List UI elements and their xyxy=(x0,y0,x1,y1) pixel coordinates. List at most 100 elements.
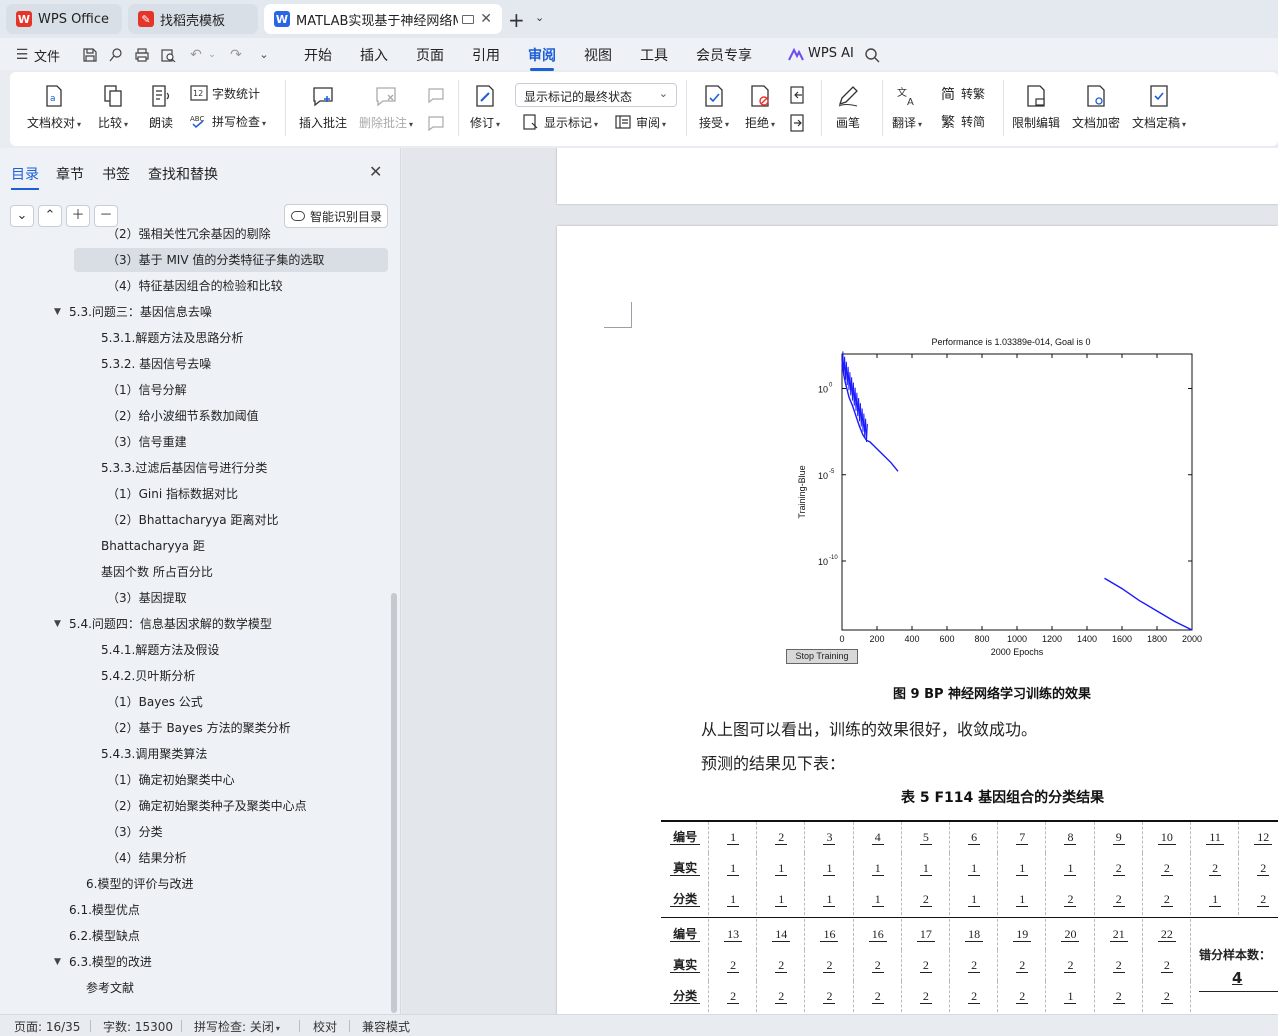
outline-item[interactable]: 5.3.问题三：基因信息去噪 xyxy=(69,300,212,324)
hamburger-icon[interactable]: ☰ xyxy=(14,47,30,63)
read-aloud-button[interactable]: 朗读 xyxy=(149,84,173,131)
outline-item[interactable]: （1）确定初始聚类中心 xyxy=(107,768,235,792)
outline-item[interactable]: （4）结果分析 xyxy=(107,846,187,870)
pen-button[interactable]: 画笔 xyxy=(836,84,860,131)
tab-toc[interactable]: 目录 xyxy=(11,164,39,190)
new-tab-button[interactable]: + xyxy=(508,8,525,32)
tab-template[interactable]: ✎ 找稻壳模板 xyxy=(128,4,258,34)
to-traditional-button[interactable]: 简 转繁 xyxy=(939,84,985,104)
close-icon[interactable]: ✕ xyxy=(369,162,382,181)
table-actual-cell: 2 xyxy=(1143,853,1191,884)
insert-comment-button[interactable]: 插入批注 xyxy=(299,84,347,131)
show-markup-button[interactable]: 显示标记 ▾ xyxy=(522,113,598,131)
restrict-edit-button[interactable]: 限制编辑 xyxy=(1012,84,1060,131)
redo-icon[interactable]: ↷ xyxy=(228,47,244,63)
translate-button[interactable]: 文A 翻译 ▾ xyxy=(892,84,922,131)
save-icon[interactable] xyxy=(82,47,98,63)
expand-arrow-icon[interactable]: ▼ xyxy=(54,619,61,629)
outline-item[interactable]: （1）信号分解 xyxy=(107,378,187,402)
menu-item-view[interactable]: 视图 xyxy=(584,45,612,65)
compare-button[interactable]: 比较 ▾ xyxy=(98,84,128,131)
tab-wps-office[interactable]: W WPS Office xyxy=(6,4,122,34)
menu-item-references[interactable]: 引用 xyxy=(472,45,500,65)
outline-item[interactable]: （3）信号重建 xyxy=(107,430,187,454)
menu-item-tools[interactable]: 工具 xyxy=(640,45,668,65)
spell-check-button[interactable]: ABC 拼写检查 ▾ xyxy=(190,112,266,130)
outline-item[interactable]: （2）基于 Bayes 方法的聚类分析 xyxy=(107,716,291,740)
markup-state-select[interactable]: 显示标记的最终状态 ⌄ xyxy=(515,83,677,107)
reject-button[interactable]: 拒绝 ▾ xyxy=(745,84,775,131)
undo-icon[interactable]: ↶ xyxy=(188,47,204,63)
menu-item-start[interactable]: 开始 xyxy=(304,45,332,65)
outline-item[interactable]: 5.4.1.解题方法及假设 xyxy=(101,638,219,662)
outline-item[interactable]: （3）基因提取 xyxy=(107,586,187,610)
outline-scrollbar[interactable] xyxy=(391,593,397,1013)
outline-item[interactable]: 6.3.模型的改进 xyxy=(69,950,152,974)
outline-item[interactable]: 参考文献 xyxy=(86,976,134,1000)
outline-item[interactable]: （3）基于 MIV 值的分类特征子集的选取 xyxy=(107,248,324,272)
outline-item[interactable]: （1）Gini 指标数据对比 xyxy=(107,482,238,506)
stop-training-button[interactable]: Stop Training xyxy=(786,649,858,664)
review-pane-button[interactable]: 审阅 ▾ xyxy=(614,113,666,131)
outline-item[interactable]: （2）强相关性冗余基因的剔除 xyxy=(107,222,271,246)
outline-item[interactable]: （2）给小波细节系数加阈值 xyxy=(107,404,259,428)
delete-comment-button[interactable]: 删除批注 ▾ xyxy=(359,84,413,131)
outline-item[interactable]: 5.4.3.调用聚类算法 xyxy=(101,742,207,766)
previous-change-icon[interactable] xyxy=(788,85,808,105)
menu-item-member[interactable]: 会员专享 xyxy=(696,45,752,65)
encrypt-button[interactable]: 文档加密 xyxy=(1072,84,1120,131)
spell-check-status[interactable]: 拼写检查: 关闭 ▾ xyxy=(194,1018,280,1035)
table-actual-cell-value: 2 xyxy=(823,958,836,973)
outline-item[interactable]: Bhattacharyya 距 xyxy=(101,534,205,558)
share-icon[interactable] xyxy=(108,47,124,63)
word-count-indicator[interactable]: 字数: 15300 xyxy=(103,1018,173,1035)
tab-document[interactable]: W MATLAB实现基于神经网络MI ✕ xyxy=(264,4,502,34)
outline-item[interactable]: 5.4.问题四：信息基因求解的数学模型 xyxy=(69,612,272,636)
word-count-button[interactable]: 12 字数统计 xyxy=(190,84,260,102)
table-actual-cell-value: 1 xyxy=(968,861,981,876)
page-current[interactable]: Performance is 1.03389e-014, Goal is 0 0 2… xyxy=(557,226,1278,1014)
outline-item[interactable]: （3）分类 xyxy=(107,820,163,844)
outline-item[interactable]: 5.3.3.过滤后基因信号进行分类 xyxy=(101,456,267,480)
outline-item[interactable]: 基因个数 所占百分比 xyxy=(101,560,213,584)
doc-check-button[interactable]: a 文档校对 ▾ xyxy=(27,84,81,131)
tab-find-replace[interactable]: 查找和替换 xyxy=(148,164,218,184)
chevron-down-icon[interactable]: ⌄ xyxy=(204,47,220,63)
expand-arrow-icon[interactable]: ▼ xyxy=(54,307,61,317)
print-preview-icon[interactable] xyxy=(160,47,176,63)
outline-item[interactable]: 6.模型的评价与改进 xyxy=(86,872,193,896)
previous-comment-icon[interactable] xyxy=(426,85,446,105)
page-indicator[interactable]: 页面: 16/35 xyxy=(14,1018,80,1035)
tab-sections[interactable]: 章节 xyxy=(56,164,84,184)
file-menu[interactable]: 文件 xyxy=(34,46,60,65)
menu-item-page[interactable]: 页面 xyxy=(416,45,444,65)
search-icon[interactable] xyxy=(864,47,880,63)
accept-button[interactable]: 接受 ▾ xyxy=(699,84,729,131)
next-change-icon[interactable] xyxy=(788,113,808,133)
next-comment-icon[interactable] xyxy=(426,113,446,133)
wps-ai-button[interactable]: WPS AI xyxy=(808,46,854,61)
to-simplified-button[interactable]: 繁 转简 xyxy=(939,112,985,132)
proof-status[interactable]: 校对 xyxy=(313,1018,337,1035)
outline-item[interactable]: 6.2.模型缺点 xyxy=(69,924,140,948)
revise-button[interactable]: 修订 ▾ xyxy=(470,84,500,131)
outline-item[interactable]: （2）Bhattacharyya 距离对比 xyxy=(107,508,278,532)
close-icon[interactable]: ✕ xyxy=(474,11,492,27)
expand-arrow-icon[interactable]: ▼ xyxy=(54,957,61,967)
menu-item-review[interactable]: 审阅 xyxy=(528,45,556,71)
table-actual-cell-value: 1 xyxy=(919,861,932,876)
table-predicted-cell-value: 2 xyxy=(919,892,932,907)
print-icon[interactable] xyxy=(134,47,150,63)
outline-item[interactable]: 6.1.模型优点 xyxy=(69,898,140,922)
finalize-button[interactable]: 文档定稿 ▾ xyxy=(1132,84,1186,131)
outline-item[interactable]: 5.3.1.解题方法及思路分析 xyxy=(101,326,243,350)
chevron-down-icon[interactable]: ⌄ xyxy=(535,11,544,24)
tab-bookmarks[interactable]: 书签 xyxy=(102,164,130,184)
outline-item[interactable]: 5.3.2. 基因信号去噪 xyxy=(101,352,211,376)
outline-item[interactable]: （1）Bayes 公式 xyxy=(107,690,203,714)
outline-item[interactable]: 5.4.2.贝叶斯分析 xyxy=(101,664,195,688)
more-icon[interactable]: ⌄ xyxy=(256,47,272,63)
outline-item[interactable]: （2）确定初始聚类种子及聚类中心点 xyxy=(107,794,307,818)
outline-item[interactable]: （4）特征基因组合的检验和比较 xyxy=(107,274,283,298)
menu-item-insert[interactable]: 插入 xyxy=(360,45,388,65)
